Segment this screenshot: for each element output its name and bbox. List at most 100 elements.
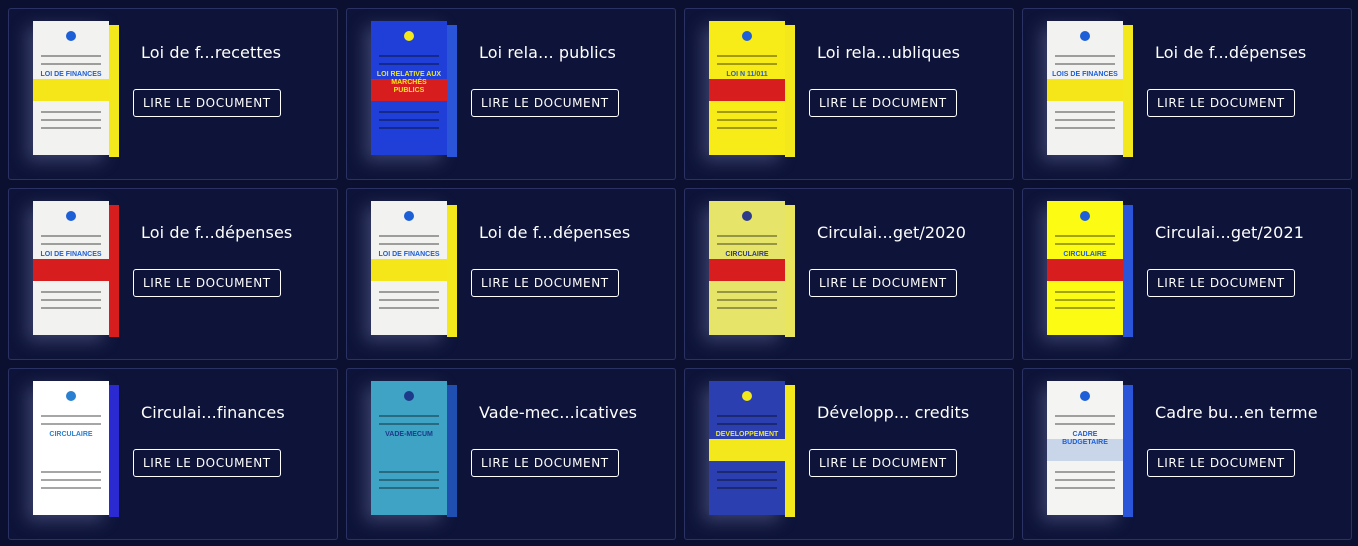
cover-text-line	[379, 63, 439, 65]
cover-text-line	[379, 307, 439, 309]
book-cover-image[interactable]: LOI N 11/011	[709, 21, 797, 159]
cover-text-line	[41, 119, 101, 121]
cover-text-line	[717, 127, 777, 129]
book-cover-image[interactable]: LOIS DE FINANCES	[1047, 21, 1135, 159]
read-document-button[interactable]: LIRE LE DOCUMENT	[1147, 89, 1295, 117]
cover-band	[371, 259, 447, 281]
emblem-icon	[66, 391, 76, 401]
cover-text-line	[41, 55, 101, 57]
book-cover: CIRCULAIRE	[1047, 201, 1123, 335]
cover-text-line	[717, 471, 777, 473]
cover-text-line	[41, 127, 101, 129]
cover-text-line	[41, 487, 101, 489]
read-document-button[interactable]: LIRE LE DOCUMENT	[133, 269, 281, 297]
book-spine	[785, 205, 795, 337]
read-document-button[interactable]: LIRE LE DOCUMENT	[133, 449, 281, 477]
cover-text-line	[41, 63, 101, 65]
document-title: Circulai...get/2021	[1155, 223, 1305, 242]
cover-text-line	[717, 479, 777, 481]
read-document-button[interactable]: LIRE LE DOCUMENT	[809, 449, 957, 477]
book-cover-image[interactable]: LOI DE FINANCES	[33, 21, 121, 159]
emblem-icon	[742, 391, 752, 401]
book-cover-image[interactable]: LOI DE FINANCES	[33, 201, 121, 339]
cover-text-line	[1055, 471, 1115, 473]
book-cover-image[interactable]: CIRCULAIRE	[33, 381, 121, 519]
cover-text-line	[379, 235, 439, 237]
book-cover: CIRCULAIRE	[33, 381, 109, 515]
cover-text-line	[41, 415, 101, 417]
book-cover: LOI RELATIVE AUX MARCHÉS PUBLICS	[371, 21, 447, 155]
cover-band	[371, 439, 447, 461]
cover-text-line	[379, 299, 439, 301]
cover-text-line	[41, 479, 101, 481]
book-cover-image[interactable]: VADE-MECUM	[371, 381, 459, 519]
book-spine	[447, 25, 457, 157]
document-card: CIRCULAIRE Circulai...get/2020 LIRE LE DOC…	[684, 188, 1014, 360]
cover-heading: LOI RELATIVE AUX MARCHÉS PUBLICS	[376, 71, 442, 94]
emblem-icon	[1080, 391, 1090, 401]
cover-text-line	[379, 243, 439, 245]
book-cover-image[interactable]: DEVELOPPEMENT	[709, 381, 797, 519]
read-document-button[interactable]: LIRE LE DOCUMENT	[471, 269, 619, 297]
cover-text-line	[717, 299, 777, 301]
book-cover-image[interactable]: LOI RELATIVE AUX MARCHÉS PUBLICS	[371, 21, 459, 159]
read-document-button[interactable]: LIRE LE DOCUMENT	[1147, 269, 1295, 297]
read-document-button[interactable]: LIRE LE DOCUMENT	[471, 89, 619, 117]
read-document-button[interactable]: LIRE LE DOCUMENT	[1147, 449, 1295, 477]
book-cover-image[interactable]: LOI DE FINANCES	[371, 201, 459, 339]
document-card: CIRCULAIRE Circulai...get/2021 LIRE LE DOC…	[1022, 188, 1352, 360]
document-card: DEVELOPPEMENT Développ... credits LIRE LE …	[684, 368, 1014, 540]
document-title: Loi de f...recettes	[141, 43, 282, 62]
book-spine	[109, 385, 119, 517]
emblem-icon	[404, 211, 414, 221]
book-spine	[109, 25, 119, 157]
document-title: Loi rela... publics	[479, 43, 616, 62]
emblem-icon	[404, 31, 414, 41]
cover-text-line	[717, 423, 777, 425]
cover-text-line	[41, 471, 101, 473]
book-cover: VADE-MECUM	[371, 381, 447, 515]
read-document-button[interactable]: LIRE LE DOCUMENT	[133, 89, 281, 117]
document-card: VADE-MECUM Vade-mec...icatives LIRE LE DOC…	[346, 368, 676, 540]
book-cover: LOI DE FINANCES	[33, 21, 109, 155]
cover-text-line	[1055, 307, 1115, 309]
document-card: LOI DE FINANCES Loi de f...dépenses LIRE L…	[8, 188, 338, 360]
cover-heading: CIRCULAIRE	[725, 251, 769, 258]
book-cover: LOI N 11/011	[709, 21, 785, 155]
document-title: Développ... credits	[817, 403, 970, 422]
document-title: Vade-mec...icatives	[479, 403, 638, 422]
emblem-icon	[1080, 211, 1090, 221]
cover-band	[709, 79, 785, 101]
cover-text-line	[1055, 479, 1115, 481]
emblem-icon	[742, 31, 752, 41]
cover-text-line	[1055, 119, 1115, 121]
cover-text-line	[1055, 299, 1115, 301]
cover-band	[1047, 259, 1123, 281]
book-cover-image[interactable]: CIRCULAIRE	[1047, 201, 1135, 339]
cover-text-line	[1055, 63, 1115, 65]
cover-text-line	[379, 479, 439, 481]
cover-text-line	[379, 471, 439, 473]
cover-text-line	[41, 111, 101, 113]
document-grid: LOI DE FINANCES Loi de f...recettes LIRE L…	[0, 0, 1358, 546]
cover-text-line	[717, 415, 777, 417]
cover-text-line	[1055, 291, 1115, 293]
read-document-button[interactable]: LIRE LE DOCUMENT	[471, 449, 619, 477]
read-document-button[interactable]: LIRE LE DOCUMENT	[809, 89, 957, 117]
cover-heading: LOI DE FINANCES	[40, 71, 102, 78]
book-spine	[1123, 385, 1133, 517]
document-title: Loi de f...dépenses	[479, 223, 631, 242]
cover-text-line	[717, 111, 777, 113]
book-cover: LOI DE FINANCES	[33, 201, 109, 335]
emblem-icon	[742, 211, 752, 221]
cover-heading: LOIS DE FINANCES	[1052, 71, 1118, 78]
book-spine	[785, 25, 795, 157]
emblem-icon	[404, 391, 414, 401]
read-document-button[interactable]: LIRE LE DOCUMENT	[809, 269, 957, 297]
cover-text-line	[379, 111, 439, 113]
book-cover-image[interactable]: CIRCULAIRE	[709, 201, 797, 339]
document-title: Circulai...finances	[141, 403, 285, 422]
cover-band	[709, 259, 785, 281]
emblem-icon	[66, 211, 76, 221]
book-cover-image[interactable]: CADRE BUDGETAIRE	[1047, 381, 1135, 519]
